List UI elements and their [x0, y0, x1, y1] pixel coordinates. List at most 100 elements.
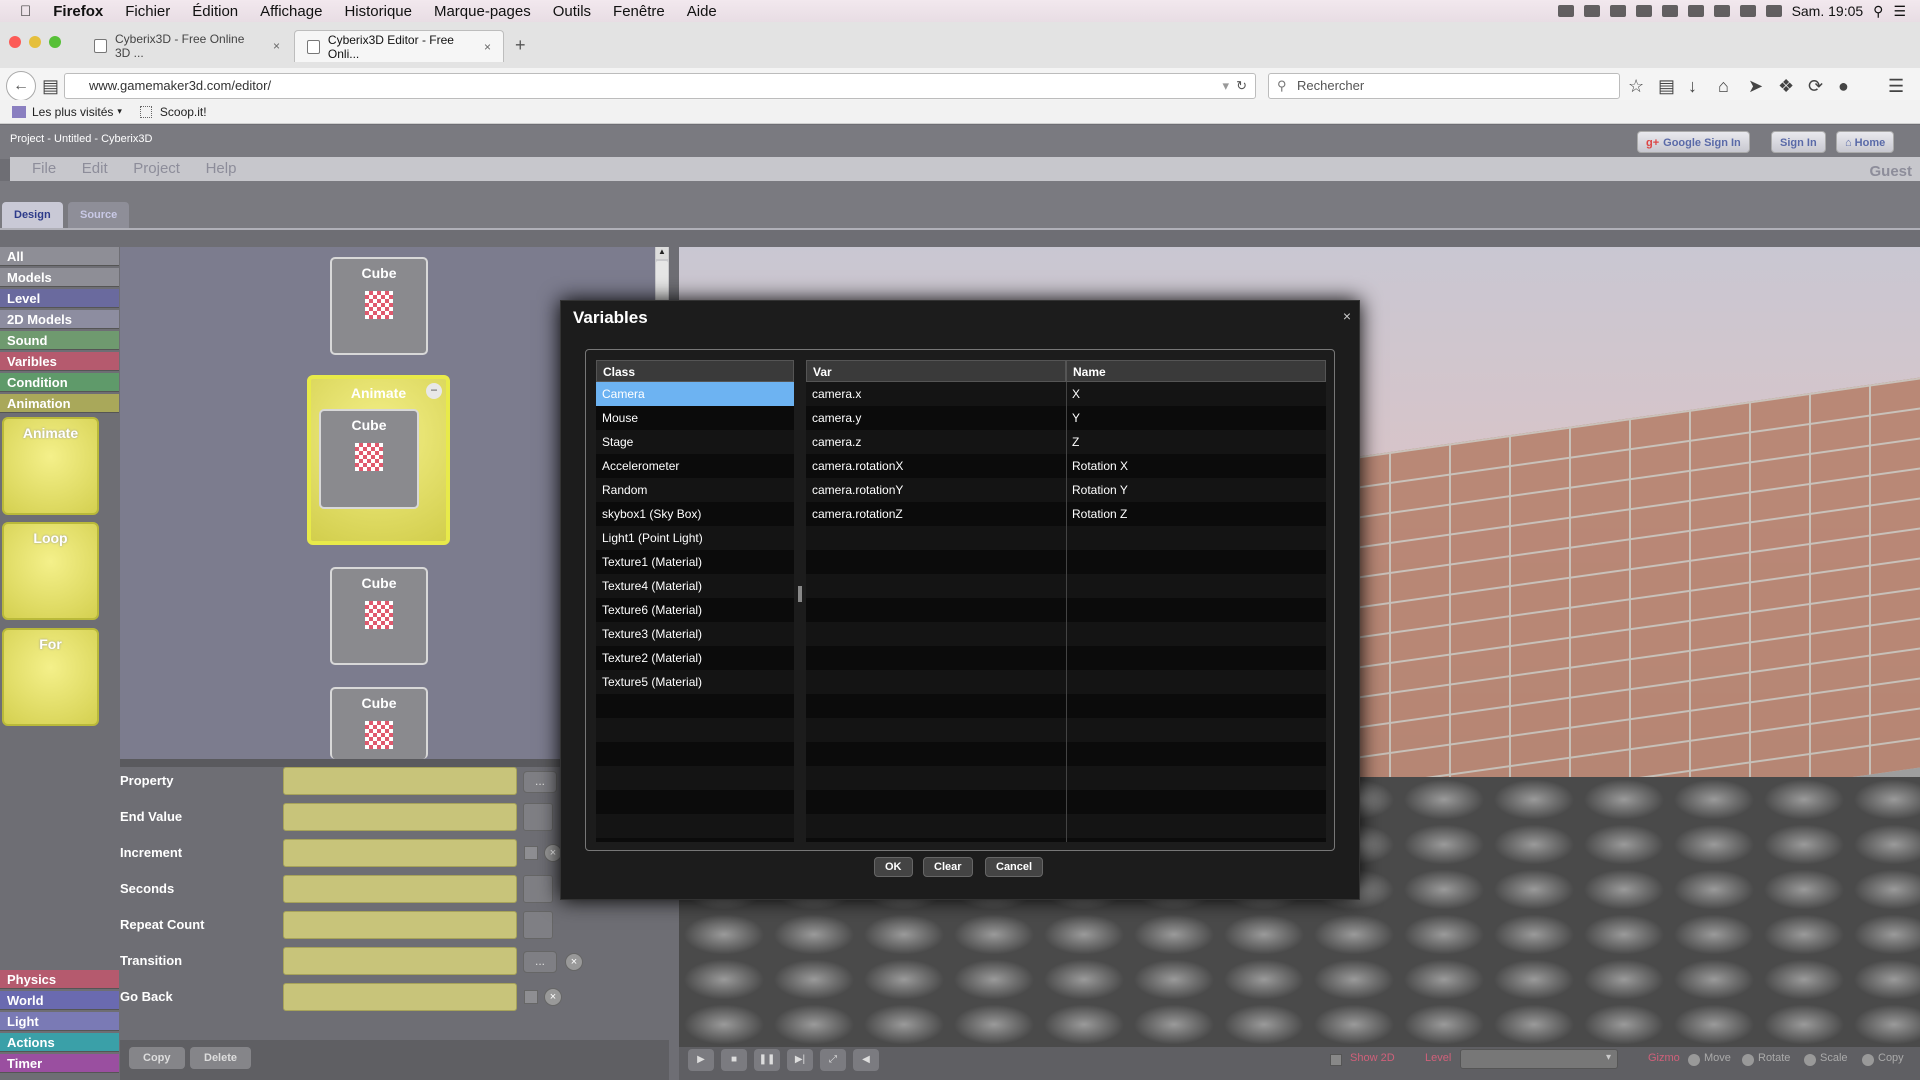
- class-row-selected[interactable]: Camera: [596, 382, 794, 406]
- search-bar[interactable]: ⚲ Rechercher: [1268, 73, 1620, 99]
- var-cell[interactable]: camera.x: [806, 382, 1066, 406]
- screen-icon[interactable]: [1687, 5, 1704, 17]
- transition-browse-button[interactable]: ...: [523, 951, 557, 973]
- reader-icon[interactable]: ▤: [42, 76, 59, 97]
- home-icon[interactable]: ⌂: [1718, 76, 1729, 97]
- block-for[interactable]: For: [2, 628, 99, 726]
- menu-aide[interactable]: Aide: [687, 3, 717, 20]
- var-cell[interactable]: camera.z: [806, 430, 1066, 454]
- notification-center-icon[interactable]: ☰: [1893, 3, 1906, 20]
- clear-icon[interactable]: ×: [544, 988, 562, 1006]
- class-row[interactable]: Accelerometer: [596, 454, 794, 478]
- bookmark-most-visited[interactable]: Les plus visités: [32, 105, 113, 119]
- close-window-button[interactable]: [9, 36, 21, 48]
- class-row[interactable]: Texture4 (Material): [596, 574, 794, 598]
- category-actions[interactable]: Actions: [0, 1033, 119, 1052]
- clear-button[interactable]: Clear: [923, 857, 973, 877]
- url-bar[interactable]: www.gamemaker3d.com/editor/ ▾ ↻: [64, 73, 1256, 99]
- close-icon[interactable]: ×: [1343, 308, 1351, 324]
- tab-close-icon[interactable]: ×: [484, 40, 491, 54]
- bookmark-scoopit[interactable]: Scoop.it!: [160, 105, 207, 119]
- increment-checkbox[interactable]: [524, 846, 538, 860]
- var-cell[interactable]: camera.rotationY: [806, 478, 1066, 502]
- download-icon[interactable]: ↓: [1688, 76, 1697, 97]
- tab-source[interactable]: Source: [68, 202, 130, 228]
- go-back-field[interactable]: [283, 983, 517, 1011]
- apple-icon[interactable]: : [20, 3, 31, 20]
- var-cell[interactable]: camera.rotationX: [806, 454, 1066, 478]
- name-cell[interactable]: X: [1066, 382, 1326, 406]
- category-physics[interactable]: Physics: [0, 970, 119, 989]
- ok-button[interactable]: OK: [874, 857, 913, 877]
- back-button[interactable]: ←: [6, 71, 36, 101]
- repeat-count-field[interactable]: [283, 911, 517, 939]
- sign-in-button[interactable]: Sign In: [1771, 131, 1826, 153]
- category-world[interactable]: World: [0, 991, 119, 1010]
- scroll-up-icon[interactable]: ▲: [656, 247, 668, 259]
- new-tab-button[interactable]: +: [515, 35, 526, 56]
- copy-radio[interactable]: [1862, 1054, 1874, 1066]
- class-row[interactable]: Stage: [596, 430, 794, 454]
- cube-card[interactable]: Cube: [319, 409, 419, 509]
- bookmark-star-icon[interactable]: ☆: [1628, 76, 1644, 97]
- category-varibles[interactable]: Varibles: [0, 352, 119, 371]
- sync-icon[interactable]: [1635, 5, 1652, 17]
- minimize-window-button[interactable]: [29, 36, 41, 48]
- cancel-button[interactable]: Cancel: [985, 857, 1044, 877]
- cube-card[interactable]: Cube: [330, 687, 428, 759]
- bluetooth-icon[interactable]: [1713, 5, 1730, 17]
- copy-button[interactable]: Copy: [129, 1047, 185, 1069]
- chevron-down-icon[interactable]: ▾: [117, 106, 122, 117]
- tab-design[interactable]: Design: [2, 202, 63, 228]
- dropdown-icon[interactable]: ▾: [1222, 74, 1229, 98]
- block-loop[interactable]: Loop: [2, 522, 99, 620]
- animate-block[interactable]: Animate − Cube: [307, 375, 450, 545]
- category-2d-models[interactable]: 2D Models: [0, 310, 119, 329]
- menu-affichage[interactable]: Affichage: [260, 3, 322, 20]
- scale-radio[interactable]: [1804, 1054, 1816, 1066]
- class-row[interactable]: Mouse: [596, 406, 794, 430]
- name-cell[interactable]: Y: [1066, 406, 1326, 430]
- category-animation[interactable]: Animation: [0, 394, 119, 413]
- menu-project[interactable]: Project: [133, 160, 180, 177]
- menu-help[interactable]: Help: [206, 160, 237, 177]
- hamburger-menu-icon[interactable]: ☰: [1888, 76, 1904, 97]
- bell-icon[interactable]: [1661, 5, 1678, 17]
- seconds-stepper[interactable]: [523, 875, 553, 903]
- play-icon[interactable]: ▶: [688, 1049, 714, 1071]
- level-select[interactable]: ▾: [1460, 1049, 1618, 1069]
- class-row[interactable]: Random: [596, 478, 794, 502]
- class-row[interactable]: skybox1 (Sky Box): [596, 502, 794, 526]
- end-value-stepper[interactable]: [523, 803, 553, 831]
- name-cell[interactable]: Rotation Y: [1066, 478, 1326, 502]
- google-sign-in-button[interactable]: g+ Google Sign In: [1637, 131, 1750, 153]
- browser-tab-active[interactable]: Cyberix3D Editor - Free Onli... ×: [294, 30, 504, 62]
- reload-icon[interactable]: ↻: [1236, 74, 1247, 98]
- menu-app[interactable]: Firefox: [53, 3, 103, 20]
- rotate-radio[interactable]: [1742, 1054, 1754, 1066]
- menu-fenetre[interactable]: Fenêtre: [613, 3, 665, 20]
- tray-icon[interactable]: [1557, 5, 1574, 17]
- delete-button[interactable]: Delete: [190, 1047, 252, 1069]
- menu-edit[interactable]: Edit: [82, 160, 108, 177]
- increment-field[interactable]: [283, 839, 517, 867]
- category-light[interactable]: Light: [0, 1012, 119, 1031]
- category-condition[interactable]: Condition: [0, 373, 119, 392]
- end-value-field[interactable]: [283, 803, 517, 831]
- name-cell[interactable]: Rotation X: [1066, 454, 1326, 478]
- wifi-icon[interactable]: [1739, 5, 1756, 17]
- menu-historique[interactable]: Historique: [344, 3, 412, 20]
- sound-icon[interactable]: ◀: [853, 1049, 879, 1071]
- class-row[interactable]: Texture6 (Material): [596, 598, 794, 622]
- var-cell[interactable]: camera.rotationZ: [806, 502, 1066, 526]
- tab-close-icon[interactable]: ×: [273, 39, 280, 53]
- go-back-checkbox[interactable]: [524, 990, 538, 1004]
- pause-icon[interactable]: ❚❚: [754, 1049, 780, 1071]
- property-browse-button[interactable]: ...: [523, 771, 557, 793]
- menu-fichier[interactable]: Fichier: [125, 3, 170, 20]
- category-sound[interactable]: Sound: [0, 331, 119, 350]
- class-row[interactable]: Texture5 (Material): [596, 670, 794, 694]
- clock[interactable]: Sam. 19:05: [1792, 3, 1864, 19]
- menu-marque-pages[interactable]: Marque-pages: [434, 3, 531, 20]
- stop-icon[interactable]: ■: [721, 1049, 747, 1071]
